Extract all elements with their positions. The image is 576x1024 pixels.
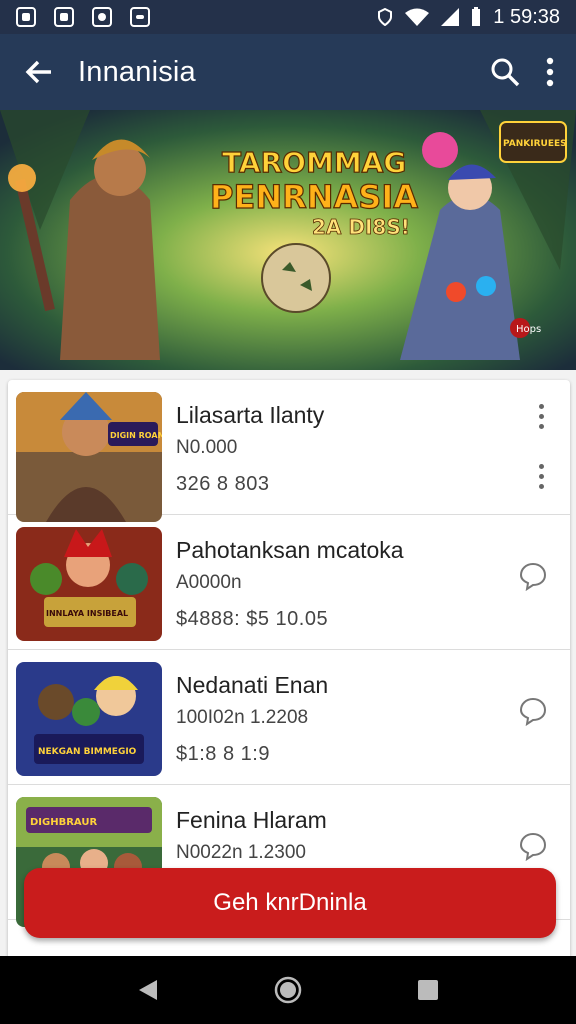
thumbnail-caption: NEKGAN BIMMEGIO xyxy=(38,747,137,757)
banner-corner-logo: Hops xyxy=(516,324,541,335)
nav-recents-icon[interactable] xyxy=(417,979,439,1001)
item-thumbnail: INNLAYA INSIBEAL xyxy=(16,527,162,641)
system-nav-bar xyxy=(0,956,576,1024)
item-name: Lilasarta Ilanty xyxy=(176,402,325,428)
location-icon xyxy=(378,8,393,26)
item-price: $4888: $5 10.05 xyxy=(176,608,329,630)
item-subtitle: 100I02n 1.2208 xyxy=(176,707,309,728)
nav-back-icon[interactable] xyxy=(137,978,159,1002)
thumbnail-caption: DIGHBRAUR xyxy=(30,817,97,828)
item-name: Nedanati Enan xyxy=(176,672,329,698)
app-notification-icon xyxy=(92,7,112,27)
item-subtitle: N0.000 xyxy=(176,437,238,458)
chat-bubble-icon[interactable] xyxy=(518,831,548,861)
primary-action-button[interactable]: Geh knrDninla xyxy=(24,868,556,938)
nav-home-icon[interactable] xyxy=(274,976,302,1004)
banner-title-line2: PENRNASIA xyxy=(210,178,418,216)
item-name: Fenina Hlaram xyxy=(176,807,327,833)
search-icon[interactable] xyxy=(490,57,520,87)
item-thumbnail: NEKGAN BIMMEGIO xyxy=(16,662,162,776)
status-time: 1 59:38 xyxy=(493,5,560,28)
item-menu-icon[interactable] xyxy=(539,404,544,429)
battery-icon xyxy=(472,7,481,26)
item-thumbnail: DIGIN ROAM xyxy=(16,392,162,522)
item-name: Pahotanksan mcatoka xyxy=(176,537,404,563)
status-bar: 1 59:38 xyxy=(0,0,576,34)
page-title: Innanisia xyxy=(78,55,196,88)
overflow-menu-icon[interactable] xyxy=(546,57,554,87)
item-price: $1:8 8 1:9 xyxy=(176,743,270,765)
banner-title-line1: TAROMMAG xyxy=(222,146,406,179)
item-menu-icon[interactable] xyxy=(539,464,544,489)
item-subtitle: N0022n 1.2300 xyxy=(176,842,306,863)
app-bar: Innanisia xyxy=(0,34,576,110)
item-price: 326 8 803 xyxy=(176,473,270,495)
wifi-icon xyxy=(405,8,430,26)
thumbnail-caption: INNLAYA INSIBEAL xyxy=(46,609,128,618)
back-button[interactable] xyxy=(0,34,78,110)
gallery-notification-icon xyxy=(16,7,36,27)
item-subtitle: A0000n xyxy=(176,572,242,593)
featured-banner[interactable]: TAROMMAG PENRNASIA 2A DI8S! PANKIRUEES H… xyxy=(0,110,576,370)
chat-bubble-icon[interactable] xyxy=(518,696,548,726)
list-item[interactable]: DIGIN ROAM Lilasarta Ilanty N0.000 326 8… xyxy=(8,380,570,522)
chat-bubble-icon[interactable] xyxy=(518,561,548,591)
message-notification-icon xyxy=(130,7,150,27)
banner-tagline: 2A DI8S! xyxy=(312,215,410,239)
back-arrow-icon xyxy=(25,60,51,84)
camera-notification-icon xyxy=(54,7,74,27)
thumbnail-caption: DIGIN ROAM xyxy=(110,431,162,440)
list-item[interactable]: NEKGAN BIMMEGIO Nedanati Enan 100I02n 1.… xyxy=(8,650,570,785)
signal-icon xyxy=(441,8,460,26)
banner-badge: PANKIRUEES xyxy=(503,139,567,149)
list-item[interactable]: INNLAYA INSIBEAL Pahotanksan mcatoka A00… xyxy=(8,515,570,650)
